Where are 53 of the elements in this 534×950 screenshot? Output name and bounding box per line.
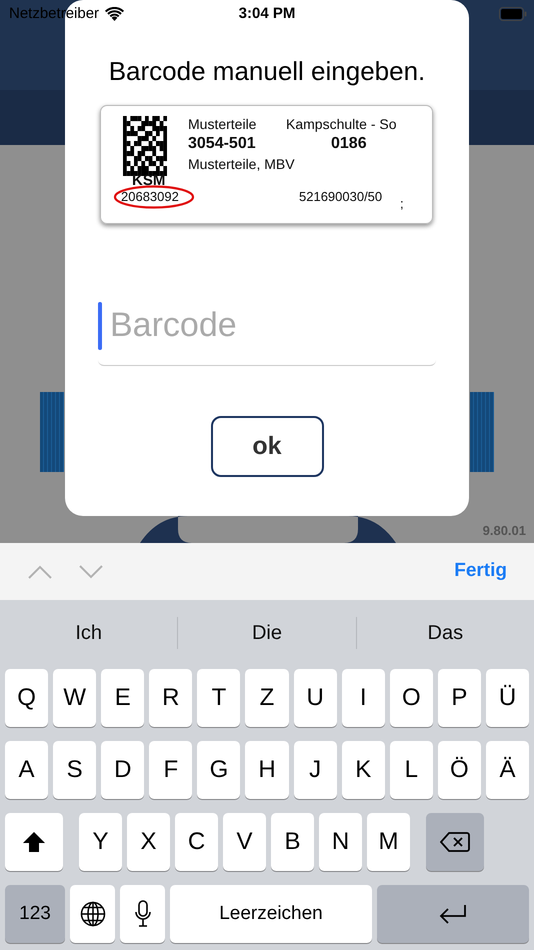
battery-icon xyxy=(499,7,527,21)
letter-key[interactable]: K xyxy=(342,741,385,799)
letter-key[interactable]: V xyxy=(223,813,266,871)
backspace-key[interactable] xyxy=(426,813,484,871)
letter-key[interactable]: Q xyxy=(5,669,48,727)
letter-key[interactable]: N xyxy=(319,813,362,871)
time-text: 3:04 PM xyxy=(238,4,296,24)
label-card: Musterteile Kampschulte - So 3054-501 0186 Musterteile, MBV KSM 20683092 521690030/50 ; xyxy=(100,105,433,224)
numbers-key[interactable]: 123 xyxy=(5,885,65,943)
letter-key[interactable]: L xyxy=(390,741,433,799)
letter-key[interactable]: F xyxy=(149,741,192,799)
done-button[interactable]: Fertig xyxy=(454,557,507,586)
letter-key[interactable]: S xyxy=(53,741,96,799)
letter-key[interactable]: Z xyxy=(245,669,289,727)
suggestion-button[interactable]: Das xyxy=(356,616,534,648)
letter-key[interactable]: P xyxy=(438,669,481,727)
microphone-icon xyxy=(134,900,152,928)
letter-key[interactable]: X xyxy=(127,813,170,871)
letter-key[interactable]: A xyxy=(5,741,48,799)
letter-key[interactable]: W xyxy=(53,669,96,727)
letter-key[interactable]: R xyxy=(149,669,192,727)
input-field[interactable]: Barcode xyxy=(102,299,402,352)
version-text: 9.80.01 xyxy=(482,522,526,540)
letter-key[interactable]: D xyxy=(101,741,144,799)
globe-icon xyxy=(80,901,106,927)
letter-key[interactable]: J xyxy=(294,741,337,799)
shift-icon xyxy=(22,831,46,853)
letter-key[interactable]: M xyxy=(367,813,410,871)
space-key[interactable]: Leerzeichen xyxy=(170,885,372,943)
letter-key[interactable]: U xyxy=(294,669,337,727)
shift-key[interactable] xyxy=(5,813,63,871)
letter-key[interactable]: Ü xyxy=(486,669,530,727)
suggestion-button[interactable]: Ich xyxy=(0,616,178,648)
letter-key[interactable]: E xyxy=(101,669,144,727)
letter-key[interactable]: Y xyxy=(79,813,122,871)
letter-key[interactable]: T xyxy=(197,669,240,727)
letter-key[interactable]: Ö xyxy=(438,741,481,799)
ok-button[interactable]: ok xyxy=(210,416,324,477)
letter-key[interactable]: G xyxy=(197,741,240,799)
letter-key[interactable]: H xyxy=(245,741,289,799)
return-icon xyxy=(438,904,468,924)
wifi-icon xyxy=(105,7,124,21)
backspace-icon xyxy=(440,831,470,853)
letter-key[interactable]: C xyxy=(175,813,218,871)
suggestion-button[interactable]: Die xyxy=(178,616,356,648)
microphone-key[interactable] xyxy=(120,885,165,943)
letter-key[interactable]: Ä xyxy=(486,741,530,799)
dialog-title: Barcode manuell eingeben. xyxy=(108,55,426,88)
letter-key[interactable]: I xyxy=(342,669,385,727)
datamatrix-icon xyxy=(123,116,167,176)
globe-key[interactable] xyxy=(70,885,115,943)
letter-key[interactable]: B xyxy=(271,813,314,871)
letter-key[interactable]: O xyxy=(390,669,433,727)
